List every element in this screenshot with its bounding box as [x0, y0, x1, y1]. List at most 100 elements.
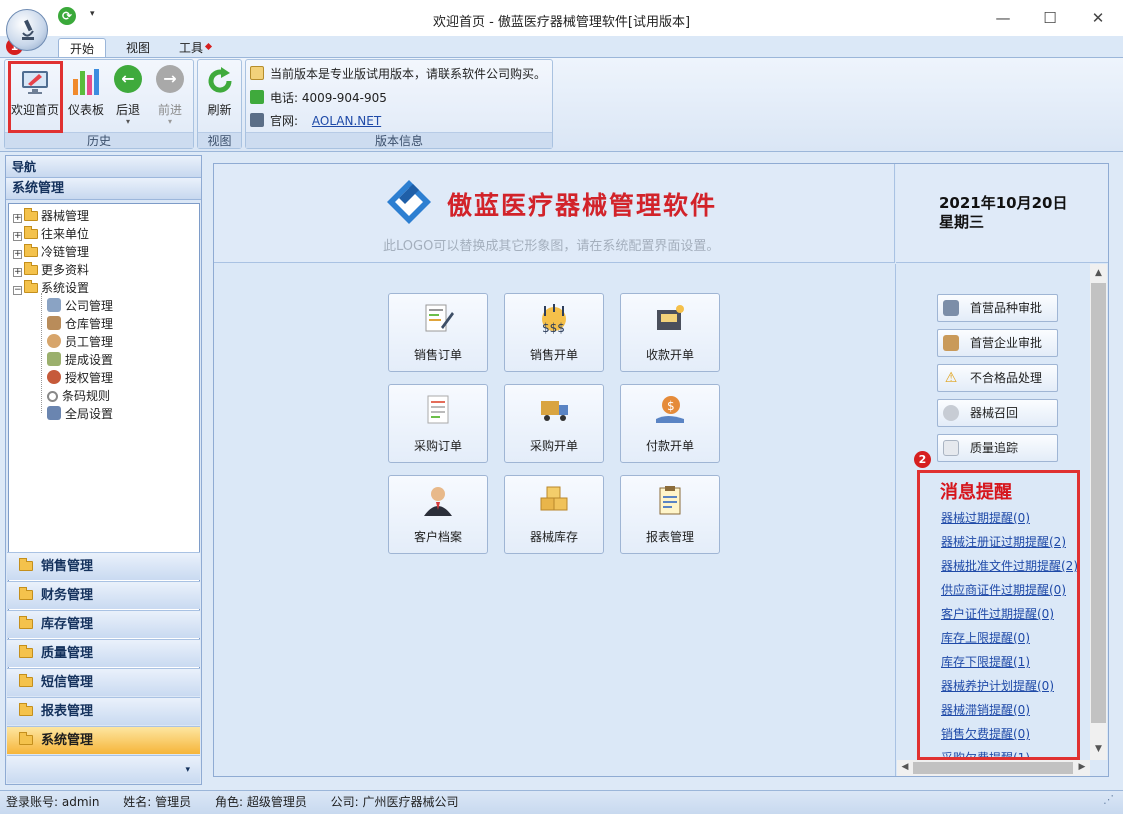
- company-approval-icon: [943, 335, 959, 351]
- tree-leaf-warehouse[interactable]: 仓库管理: [47, 315, 113, 333]
- tree-label: 器械管理: [41, 209, 90, 223]
- forward-arrow-icon: →: [154, 65, 186, 97]
- tile-purchase-order[interactable]: 采购订单: [388, 384, 488, 463]
- tree-node-coldchain[interactable]: + 冷链管理: [13, 243, 89, 261]
- maximize-button[interactable]: ☐: [1030, 6, 1070, 30]
- quality-tracking-icon: [943, 440, 959, 456]
- company-icon: [47, 298, 61, 312]
- tree-leaf-barcode[interactable]: 条码规则: [47, 387, 110, 405]
- resize-grip-icon[interactable]: ⋰: [1103, 793, 1114, 806]
- recall-button[interactable]: 器械召回: [937, 399, 1058, 427]
- expand-icon[interactable]: +: [13, 214, 22, 223]
- dashboard-button[interactable]: 仪表板: [64, 62, 108, 130]
- tree-label: 全局设置: [65, 407, 114, 421]
- nonconforming-button[interactable]: ⚠ 不合格品处理: [937, 364, 1058, 392]
- nav-label: 短信管理: [41, 675, 94, 690]
- tile-customer-file[interactable]: 客户档案: [388, 475, 488, 554]
- tile-purchase-billing[interactable]: 采购开单: [504, 384, 604, 463]
- svg-text:$$$: $$$: [542, 321, 565, 335]
- brand-logo-icon: [387, 180, 431, 224]
- close-button[interactable]: ✕: [1078, 6, 1118, 30]
- panel-divider: [895, 264, 896, 776]
- scroll-up-icon[interactable]: ▲: [1090, 268, 1107, 278]
- phone-info: 电话: 4009-904-905: [250, 89, 387, 109]
- forward-button[interactable]: → 前进 ▾: [150, 62, 190, 130]
- sales-order-icon: [421, 302, 455, 336]
- scroll-down-icon[interactable]: ▼: [1090, 744, 1107, 754]
- quality-tracking-button[interactable]: 质量追踪: [937, 434, 1058, 462]
- nav-sms[interactable]: 短信管理: [7, 668, 200, 696]
- back-label: 后退: [115, 103, 140, 117]
- staff-icon: [47, 334, 61, 348]
- tree-node-more[interactable]: + 更多资料: [13, 261, 89, 279]
- tree-leaf-company[interactable]: 公司管理: [47, 297, 113, 315]
- nav-label: 财务管理: [41, 588, 94, 603]
- website-link[interactable]: AOLAN.NET: [312, 114, 381, 128]
- tree-leaf-global[interactable]: 全局设置: [47, 405, 113, 423]
- folder-icon: [24, 208, 38, 221]
- ribbon-tab-row: [0, 36, 1123, 58]
- tree-label: 授权管理: [65, 371, 114, 385]
- status-name: 姓名: 管理员: [123, 795, 192, 809]
- nav-quality[interactable]: 质量管理: [7, 639, 200, 667]
- product-approval-button[interactable]: 首营品种审批: [937, 294, 1058, 322]
- collapse-icon[interactable]: −: [13, 286, 22, 295]
- expand-icon[interactable]: +: [13, 250, 22, 259]
- tree-leaf-staff[interactable]: 员工管理: [47, 333, 113, 351]
- navigation-sidebar: 导航 系统管理 + 器械管理 + 往来单位 + 冷链管理 + 更多资料 − 系统设置 公司…: [5, 155, 202, 785]
- nav-finance[interactable]: 财务管理: [7, 581, 200, 609]
- folder-icon: [19, 645, 33, 658]
- tile-label: 销售订单: [413, 348, 462, 362]
- vertical-scroll-thumb[interactable]: [1091, 283, 1106, 723]
- home-icon: [250, 113, 264, 127]
- scroll-right-icon[interactable]: ▶: [1075, 762, 1089, 772]
- tree-leaf-commission[interactable]: 提成设置: [47, 351, 113, 369]
- tile-sales-billing[interactable]: $$$ 销售开单: [504, 293, 604, 372]
- tab-tools-label: 工具: [178, 41, 203, 55]
- tile-label: 付款开单: [645, 439, 694, 453]
- logo-title: 傲蓝医疗器械管理软件: [447, 191, 718, 220]
- expand-icon[interactable]: +: [13, 232, 22, 241]
- refresh-icon: [204, 65, 236, 97]
- tab-start[interactable]: 开始: [58, 38, 106, 58]
- tile-device-inventory[interactable]: 器械库存: [504, 475, 604, 554]
- nav-sales[interactable]: 销售管理: [7, 552, 200, 580]
- tree-label: 更多资料: [41, 263, 90, 277]
- nav-inventory[interactable]: 库存管理: [7, 610, 200, 638]
- tile-receipt-billing[interactable]: 收款开单: [620, 293, 720, 372]
- tree-node-settings[interactable]: − 系统设置: [13, 279, 89, 297]
- nav-system[interactable]: 系统管理: [7, 726, 200, 754]
- tab-view[interactable]: 视图: [114, 38, 162, 58]
- status-role: 角色: 超级管理员: [214, 795, 307, 809]
- dashboard-icon: [70, 65, 102, 97]
- tile-sales-order[interactable]: 销售订单: [388, 293, 488, 372]
- tile-label: 收款开单: [645, 348, 694, 362]
- red-dot-icon: [204, 42, 213, 51]
- tab-tools[interactable]: 工具: [172, 38, 218, 58]
- tile-report[interactable]: 报表管理: [620, 475, 720, 554]
- nav-more-button[interactable]: ▾: [7, 755, 200, 783]
- tree-label: 条码规则: [62, 389, 111, 403]
- scroll-left-icon[interactable]: ◀: [898, 762, 912, 772]
- tile-label: 器械库存: [529, 530, 578, 544]
- quick-action-label: 不合格品处理: [970, 371, 1043, 385]
- application-menu-button[interactable]: [6, 9, 48, 51]
- product-approval-icon: [943, 300, 959, 316]
- phone-icon: [250, 90, 264, 104]
- refresh-button[interactable]: 刷新: [199, 62, 240, 130]
- expand-icon[interactable]: +: [13, 268, 22, 277]
- nav-reports[interactable]: 报表管理: [7, 697, 200, 725]
- minimize-button[interactable]: —: [983, 6, 1023, 30]
- global-settings-icon: [47, 406, 61, 420]
- back-button[interactable]: ← 后退 ▾: [108, 62, 148, 130]
- barcode-search-icon: [47, 391, 58, 402]
- window-title: 欢迎首页 - 傲蓝医疗器械管理软件[试用版本]: [432, 15, 691, 30]
- tree-node-device[interactable]: + 器械管理: [13, 207, 89, 225]
- company-approval-button[interactable]: 首营企业审批: [937, 329, 1058, 357]
- customer-file-icon: [421, 484, 455, 518]
- tile-payment-billing[interactable]: $ 付款开单: [620, 384, 720, 463]
- horizontal-scroll-thumb[interactable]: [913, 762, 1073, 774]
- folder-icon: [24, 280, 38, 293]
- tree-leaf-authorization[interactable]: 授权管理: [47, 369, 113, 387]
- tree-node-partners[interactable]: + 往来单位: [13, 225, 89, 243]
